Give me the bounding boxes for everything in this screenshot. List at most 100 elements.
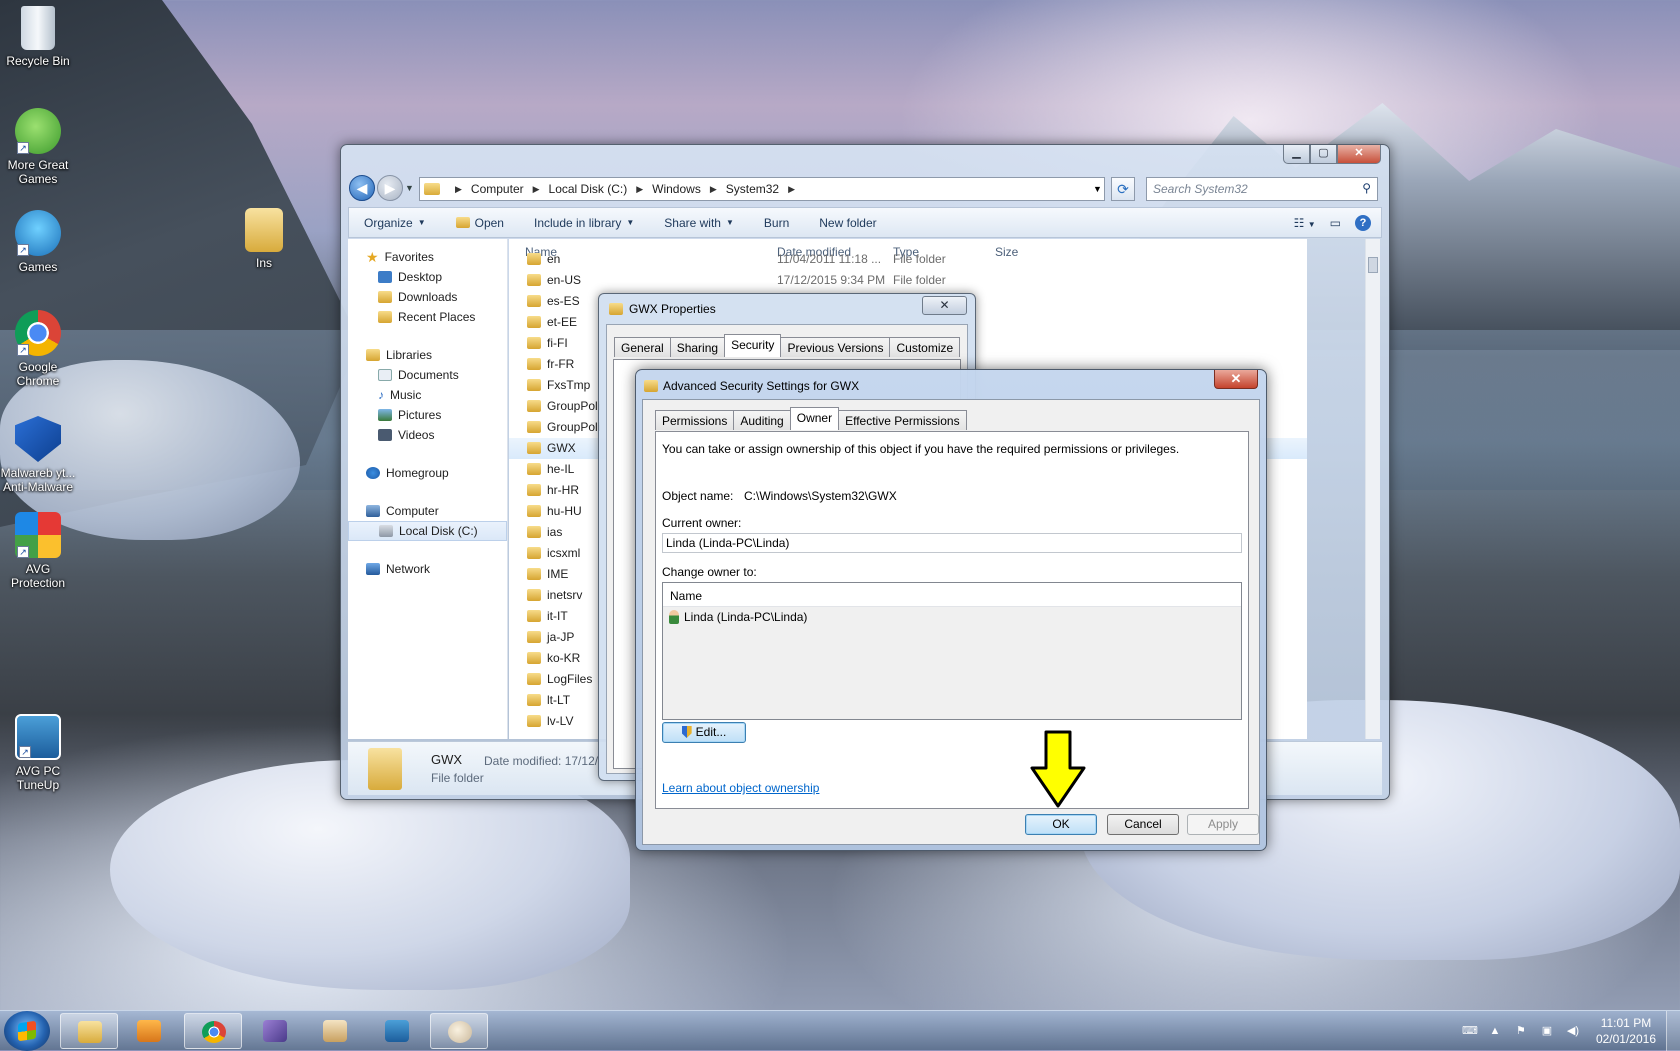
- apply-button[interactable]: Apply: [1187, 814, 1259, 835]
- edit-label: Edit...: [695, 725, 727, 739]
- network-icon[interactable]: ▣: [1540, 1024, 1554, 1038]
- preview-pane-icon[interactable]: ▭: [1330, 216, 1341, 230]
- tab-previous-versions[interactable]: Previous Versions: [780, 337, 891, 357]
- list-header-name[interactable]: Name: [663, 583, 1241, 607]
- folder-icon: [527, 505, 541, 517]
- taskbar-chrome[interactable]: [184, 1013, 242, 1049]
- volume-icon[interactable]: ◀): [1566, 1024, 1580, 1038]
- close-button[interactable]: ✕: [1214, 370, 1258, 389]
- close-button[interactable]: ✕: [922, 296, 967, 315]
- desktop-icon-games[interactable]: ↗ Games: [0, 210, 76, 274]
- show-hidden-icons-icon[interactable]: ▲: [1488, 1024, 1502, 1038]
- nav-pictures[interactable]: Pictures: [348, 405, 507, 425]
- edit-button[interactable]: Edit...: [662, 722, 746, 743]
- scroll-thumb[interactable]: [1368, 257, 1378, 273]
- file-name: et-EE: [547, 315, 578, 329]
- current-owner-field[interactable]: Linda (Linda-PC\Linda): [662, 533, 1242, 553]
- breadcrumb-arrow-icon[interactable]: ▶: [636, 184, 643, 195]
- desktop-icon-google-chrome[interactable]: ↗ Google Chrome: [0, 310, 76, 388]
- show-desktop-button[interactable]: [1666, 1011, 1680, 1051]
- new-folder-button[interactable]: New folder: [804, 216, 891, 230]
- maximize-button[interactable]: ▢: [1310, 145, 1337, 164]
- tab-auditing[interactable]: Auditing: [733, 410, 791, 430]
- nav-desktop[interactable]: Desktop: [348, 267, 507, 287]
- nav-music[interactable]: ♪ Music: [348, 385, 507, 405]
- nav-network[interactable]: Network: [348, 559, 507, 579]
- breadcrumb-arrow-icon[interactable]: ▶: [533, 184, 540, 195]
- table-row[interactable]: en-US 17/12/2015 9:34 PM File folder: [509, 270, 1307, 291]
- nav-computer[interactable]: Computer: [348, 501, 507, 521]
- nav-recent-places[interactable]: Recent Places: [348, 307, 507, 327]
- nav-videos[interactable]: Videos: [348, 425, 507, 445]
- forward-button[interactable]: ▶: [377, 175, 403, 201]
- ok-button[interactable]: OK: [1025, 814, 1097, 835]
- nav-homegroup[interactable]: Homegroup: [348, 463, 507, 483]
- taskbar-paint[interactable]: [430, 1013, 488, 1049]
- open-button[interactable]: Open: [441, 216, 519, 230]
- keyboard-icon[interactable]: ⌨: [1462, 1024, 1478, 1038]
- cancel-button[interactable]: Cancel: [1107, 814, 1179, 835]
- breadcrumb-local-disk[interactable]: Local Disk (C:): [549, 182, 628, 196]
- recent-pages-dropdown[interactable]: ▼: [405, 183, 414, 193]
- minimize-button[interactable]: ▁: [1283, 145, 1310, 164]
- breadcrumb-windows[interactable]: Windows: [652, 182, 701, 196]
- view-options-icon[interactable]: ☷ ▼: [1294, 216, 1316, 230]
- breadcrumb-system32[interactable]: System32: [726, 182, 779, 196]
- burn-button[interactable]: Burn: [749, 216, 804, 230]
- clock-time: 11:01 PM: [1600, 1016, 1652, 1030]
- desktop-icon-recycle-bin[interactable]: Recycle Bin: [0, 6, 76, 68]
- taskbar-explorer[interactable]: [60, 1013, 118, 1049]
- refresh-button[interactable]: ⟳: [1111, 177, 1135, 201]
- change-owner-list[interactable]: Name Linda (Linda-PC\Linda): [662, 582, 1242, 720]
- learn-ownership-link[interactable]: Learn about object ownership: [662, 781, 819, 795]
- address-dropdown-icon[interactable]: ▼: [1093, 184, 1102, 194]
- dialog-client: Permissions Auditing Owner Effective Permis…: [642, 399, 1260, 845]
- vertical-scrollbar[interactable]: [1365, 239, 1380, 739]
- close-button[interactable]: ✕: [1337, 145, 1381, 164]
- file-name: ias: [547, 525, 563, 539]
- file-type: File folder: [893, 273, 946, 287]
- search-input[interactable]: Search System32 ⚲: [1146, 177, 1378, 201]
- action-center-flag-icon[interactable]: ⚑: [1514, 1024, 1528, 1038]
- taskbar-media-player[interactable]: [120, 1013, 178, 1049]
- breadcrumb-arrow-icon[interactable]: ▶: [788, 184, 795, 195]
- include-in-library-button[interactable]: Include in library ▼: [519, 216, 649, 230]
- nav-downloads[interactable]: Downloads: [348, 287, 507, 307]
- tab-sharing[interactable]: Sharing: [669, 337, 726, 357]
- tab-security[interactable]: Security: [724, 334, 782, 357]
- clock[interactable]: 11:01 PM 02/01/2016: [1586, 1015, 1666, 1047]
- taskbar-app[interactable]: [246, 1013, 304, 1049]
- help-icon[interactable]: ?: [1355, 214, 1371, 231]
- breadcrumb-computer[interactable]: Computer: [471, 182, 524, 196]
- nav-favorites[interactable]: ★ Favorites: [348, 247, 507, 267]
- tab-effective-permissions[interactable]: Effective Permissions: [838, 410, 967, 430]
- desktop-icon-malwarebytes[interactable]: Malwareb yt... Anti-Malware: [0, 416, 76, 494]
- share-with-button[interactable]: Share with ▼: [649, 216, 749, 230]
- tab-permissions[interactable]: Permissions: [655, 410, 735, 430]
- taskbar-app[interactable]: [306, 1013, 364, 1049]
- table-row[interactable]: en 11/04/2011 11:18 ... File folder: [509, 249, 1307, 270]
- breadcrumb-arrow-icon[interactable]: ▶: [455, 184, 462, 195]
- nav-libraries[interactable]: Libraries: [348, 345, 507, 365]
- taskbar-tuneup[interactable]: [368, 1013, 426, 1049]
- start-button[interactable]: [4, 1011, 50, 1051]
- list-item[interactable]: Linda (Linda-PC\Linda): [663, 607, 1241, 627]
- back-button[interactable]: ◀: [349, 175, 375, 201]
- tab-owner[interactable]: Owner: [789, 407, 840, 430]
- organize-button[interactable]: Organize ▼: [349, 216, 441, 230]
- chrome-icon: [202, 1021, 226, 1043]
- folder-icon: [527, 589, 541, 601]
- nav-local-disk[interactable]: Local Disk (C:): [348, 521, 507, 541]
- tab-customize[interactable]: Customize: [889, 337, 961, 357]
- details-type: File folder: [431, 771, 484, 785]
- address-bar[interactable]: ▶ Computer ▶ Local Disk (C:) ▶ Windows ▶…: [419, 177, 1105, 201]
- search-icon[interactable]: ⚲: [1362, 181, 1371, 195]
- desktop-icon-avg-tuneup[interactable]: ↗ AVG PC TuneUp: [0, 714, 76, 792]
- nav-documents[interactable]: Documents: [348, 365, 507, 385]
- breadcrumb-arrow-icon[interactable]: ▶: [710, 184, 717, 195]
- desktop-icon-ins[interactable]: Ins: [226, 208, 302, 270]
- desktop-icon-avg-protection[interactable]: ↗ AVG Protection: [0, 512, 76, 590]
- tab-general[interactable]: General: [614, 337, 671, 357]
- star-icon: ★: [366, 248, 379, 265]
- desktop-icon-more-great-games[interactable]: ↗ More Great Games: [0, 108, 76, 186]
